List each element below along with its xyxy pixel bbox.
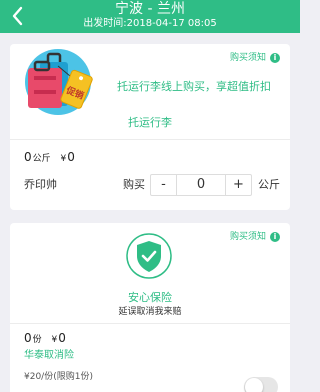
insurance-quantity: 0: [24, 331, 32, 345]
stepper-value[interactable]: 0: [177, 175, 225, 195]
insurance-provider: 华泰取消险: [24, 350, 74, 361]
increment-button[interactable]: +: [225, 175, 251, 195]
shield-check-icon: [126, 233, 172, 279]
quantity-unit: 公斤: [32, 154, 51, 164]
quantity-stepper: - 0 +: [150, 174, 252, 196]
currency-symbol: ¥: [51, 335, 58, 345]
insurance-summary: 0份 ¥0: [24, 331, 66, 345]
insurance-subtitle: 延误取消我来赔: [118, 307, 182, 317]
insurance-price: 0: [58, 331, 66, 345]
route-title: 宁波 - 兰州: [115, 1, 185, 17]
insurance-toggle[interactable]: [244, 377, 278, 392]
insurance-card: 购买须知 i 安心保险 延误取消我来赔 0份 ¥0 华泰取消险 ¥20/份(限购…: [10, 223, 290, 392]
currency-symbol: ¥: [60, 154, 67, 164]
buy-label: 购买: [123, 178, 145, 191]
luggage-price: 0: [67, 150, 75, 164]
quantity-unit: 份: [32, 335, 42, 345]
insurance-price-note: ¥20/份(限购1份): [24, 372, 93, 382]
top-header: 宁波 - 兰州 出发时间:2018-04-17 08:05: [0, 0, 300, 33]
promo-text: 托运行李线上购买，享超值折扣: [117, 80, 271, 93]
unit-label: 公斤: [258, 178, 280, 191]
luggage-provider: 乔印帅: [24, 178, 57, 191]
luggage-illustration: 促销: [25, 49, 93, 115]
divider: [10, 323, 290, 324]
purchase-notice-link[interactable]: 购买须知 i: [230, 231, 280, 243]
decrement-button[interactable]: -: [151, 175, 177, 195]
info-icon: i: [270, 53, 280, 63]
departure-time: 出发时间:2018-04-17 08:05: [83, 18, 217, 29]
toggle-knob: [245, 378, 263, 392]
purchase-notice-label: 购买须知: [229, 53, 266, 63]
luggage-card: 购买须知 i 促销 托运行李线上购买，享超值折扣 托运行李 0公斤 ¥0 乔印帅…: [10, 44, 290, 210]
luggage-quantity: 0: [24, 150, 32, 164]
purchase-notice-link[interactable]: 购买须知 i: [230, 52, 280, 64]
info-icon: i: [270, 232, 280, 242]
luggage-summary: 0公斤 ¥0: [24, 150, 75, 164]
divider: [10, 139, 290, 140]
insurance-title: 安心保险: [128, 291, 172, 304]
purchase-notice-label: 购买须知: [229, 232, 266, 242]
product-name: 托运行李: [128, 116, 172, 129]
